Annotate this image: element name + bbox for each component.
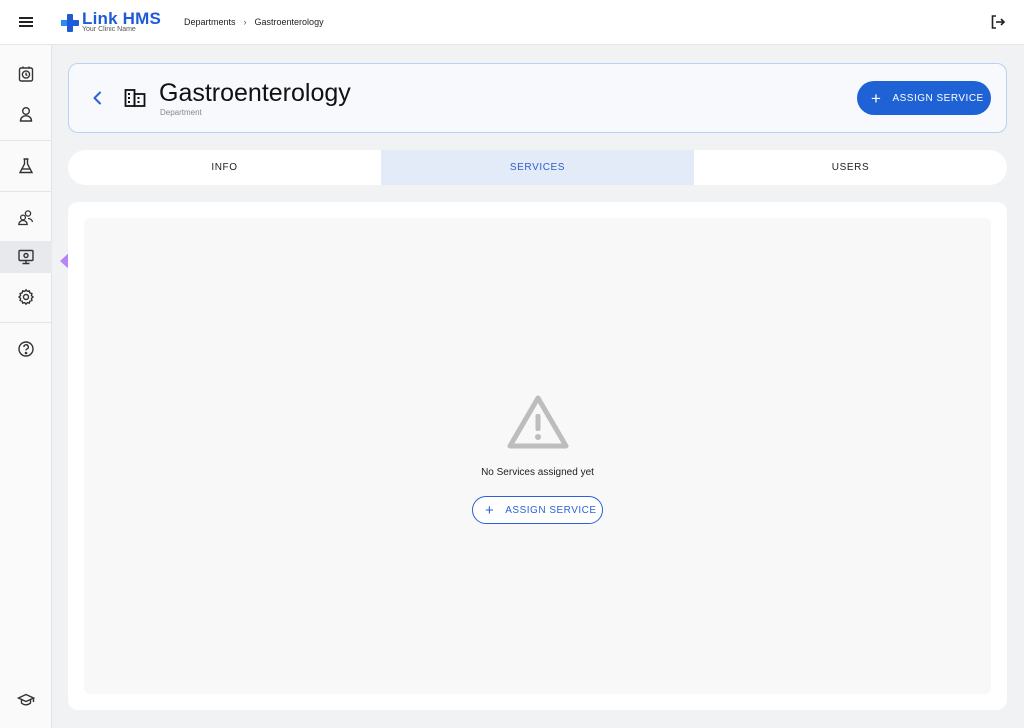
sidebar-item-settings[interactable] (0, 281, 52, 313)
tab-bar: INFO SERVICES USERS (68, 150, 1007, 185)
sidebar-item-staff[interactable] (0, 201, 52, 233)
gear-icon (17, 288, 35, 306)
tab-services[interactable]: SERVICES (381, 150, 694, 185)
services-panel: No Services assigned yet + ASSIGN SERVIC… (68, 202, 1007, 710)
tab-info[interactable]: INFO (68, 150, 381, 185)
tab-users[interactable]: USERS (694, 150, 1007, 185)
sidebar-item-patients[interactable] (0, 98, 52, 130)
breadcrumb-separator: › (243, 17, 247, 27)
cross-logo-icon (61, 14, 79, 32)
empty-assign-service-label: ASSIGN SERVICE (505, 504, 597, 516)
assign-service-label: ASSIGN SERVICE (892, 92, 984, 104)
empty-message: No Services assigned yet (481, 467, 594, 478)
warning-icon (507, 395, 569, 449)
help-icon (18, 341, 34, 357)
empty-assign-service-button[interactable]: + ASSIGN SERVICE (472, 496, 603, 524)
assign-service-button[interactable]: + ASSIGN SERVICE (857, 81, 991, 115)
brand-tagline: Your Clinic Name (82, 26, 136, 33)
plus-icon: + (485, 501, 495, 519)
monitor-icon (18, 249, 34, 265)
breadcrumb-departments[interactable]: Departments (184, 17, 236, 27)
sidebar-item-lab[interactable] (0, 150, 52, 182)
sidebar-item-help[interactable] (0, 333, 52, 365)
building-icon (123, 86, 147, 110)
department-header: Gastroenterology Department + ASSIGN SER… (68, 63, 1007, 133)
sidebar-item-academy[interactable] (0, 684, 52, 716)
breadcrumb-current: Gastroenterology (254, 17, 324, 27)
sidebar (0, 45, 52, 728)
brand-logo[interactable]: Link HMS Your Clinic Name (60, 9, 170, 36)
logout-icon[interactable] (990, 14, 1006, 30)
group-icon (18, 210, 34, 226)
person-icon (19, 107, 33, 122)
back-icon[interactable] (89, 89, 107, 107)
top-bar: Link HMS Your Clinic Name Departments › … (0, 0, 1024, 45)
breadcrumb: Departments › Gastroenterology (184, 17, 324, 27)
menu-icon[interactable] (16, 12, 36, 32)
page-subtitle: Department (160, 108, 202, 117)
plus-icon: + (871, 88, 882, 108)
graduation-cap-icon (17, 693, 35, 706)
empty-state: No Services assigned yet + ASSIGN SERVIC… (84, 218, 991, 694)
sidebar-item-appointments[interactable] (0, 58, 52, 90)
sidebar-item-departments[interactable] (0, 241, 52, 273)
clock-icon (18, 66, 34, 82)
flask-icon (18, 158, 34, 174)
page-title: Gastroenterology (159, 79, 351, 107)
